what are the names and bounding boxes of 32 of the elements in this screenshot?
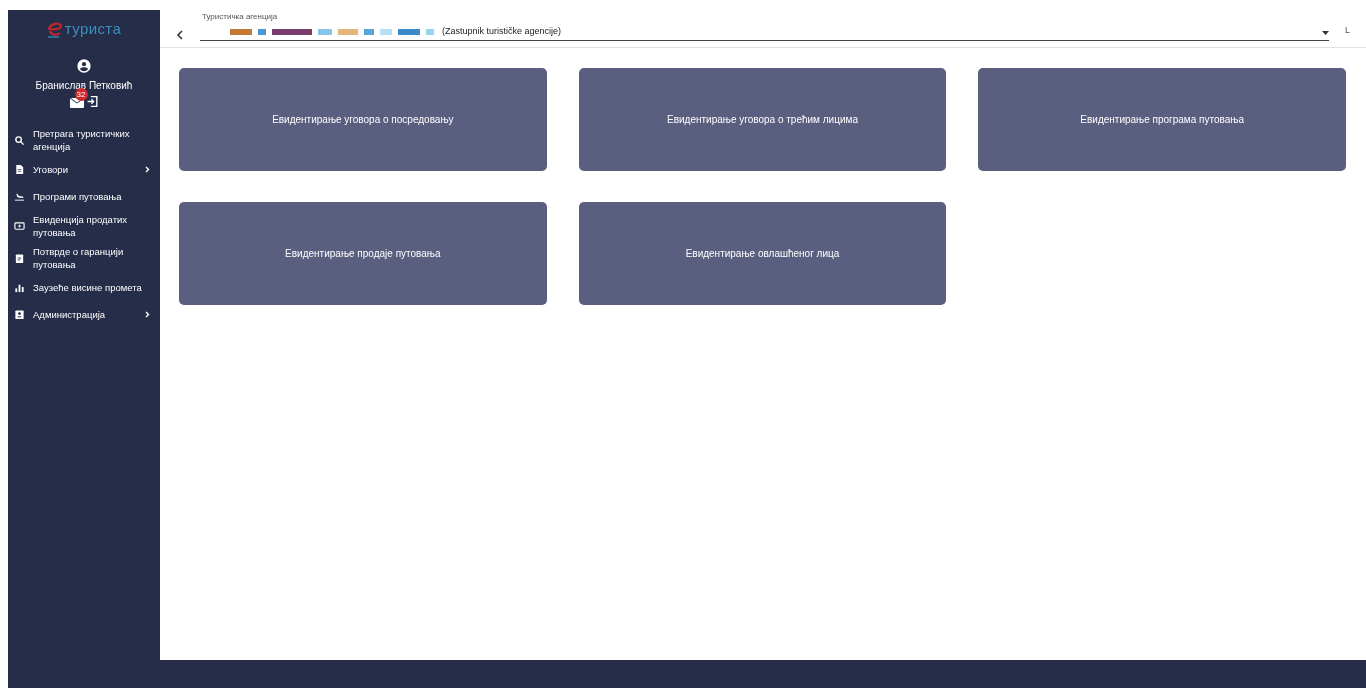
logo-e-icon <box>46 20 63 38</box>
search-icon <box>14 134 25 146</box>
plane-icon <box>14 191 25 202</box>
header-text: L <box>1345 23 1350 37</box>
chevron-icon <box>145 166 150 173</box>
tile-button[interactable]: Евидентирање програма путовања <box>978 68 1346 171</box>
sidebar-item[interactable]: Претрага туристичких агенција <box>8 124 160 156</box>
chevron-icon <box>145 311 150 318</box>
agency-select-value: (Zastupnik turističke agencije) <box>442 24 562 38</box>
dropdown-caret-icon <box>1322 31 1329 35</box>
tile-button[interactable]: Евидентирање овлашћеног лица <box>578 202 947 305</box>
logout-icon[interactable] <box>85 95 99 108</box>
agency-select[interactable]: Туристичка агенција (Zastupnik turističke agencije) <box>200 15 1329 41</box>
back-button[interactable] <box>176 30 184 40</box>
sidebar-item[interactable]: Заузеће висине промета <box>8 274 160 301</box>
bar-chart-icon <box>14 282 25 293</box>
monitor-icon <box>14 220 25 232</box>
user-icon <box>76 58 92 74</box>
clipboard-icon <box>14 252 25 264</box>
sidebar-item[interactable]: Администрација <box>8 301 160 328</box>
document-icon <box>14 164 25 175</box>
tile-button[interactable]: Евидентирање уговора о посредовању <box>179 68 547 171</box>
id-badge-icon <box>14 309 25 320</box>
logo-text: туриста <box>64 18 122 39</box>
sidebar-item[interactable]: Евиденција продатих путовања <box>8 210 160 242</box>
unread-count-badge: 32 <box>74 88 88 101</box>
sidebar-item[interactable]: Програми путовања <box>8 183 160 210</box>
tile-button[interactable]: Евидентирање продаје путовања <box>179 202 547 305</box>
field-label: Туристичка агенција <box>202 13 278 21</box>
sidebar-item[interactable]: Уговори <box>8 156 160 183</box>
sidebar-item[interactable]: Потврде о гаранцији путовања <box>8 242 160 274</box>
tile-button[interactable]: Евидентирање уговора о трећим лицима <box>578 68 947 171</box>
